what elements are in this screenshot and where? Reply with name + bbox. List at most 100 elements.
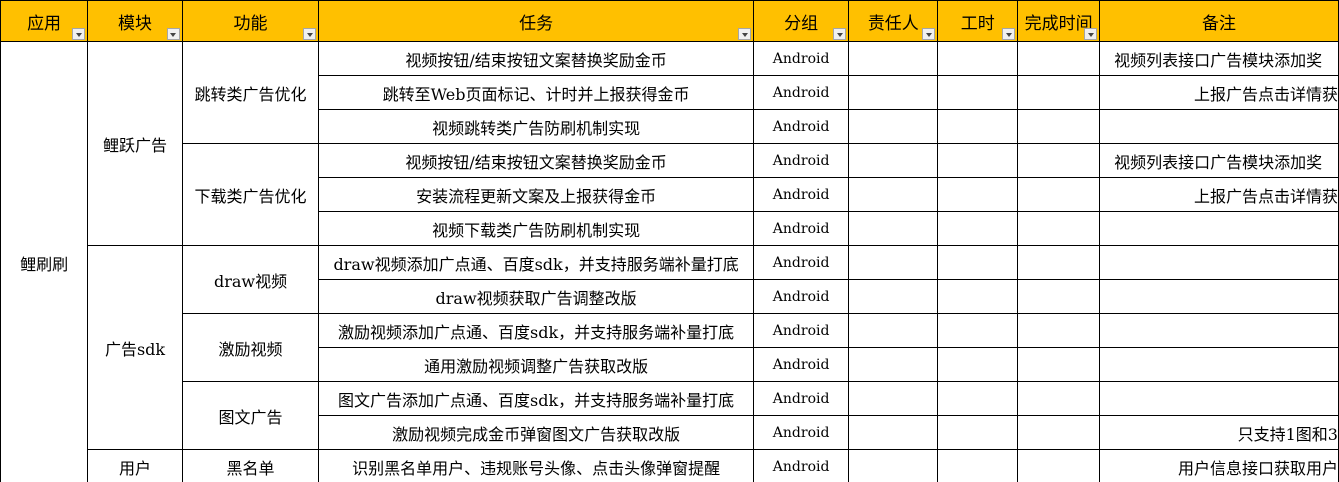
cell-owner[interactable]	[848, 75, 939, 110]
cell-owner[interactable]	[848, 109, 939, 144]
cell-owner[interactable]	[848, 449, 939, 482]
cell-done-time[interactable]	[1017, 109, 1101, 144]
cell-done-time[interactable]	[1017, 381, 1101, 416]
cell-done-time[interactable]	[1017, 211, 1101, 246]
cell-remark[interactable]	[1099, 245, 1339, 280]
filter-dropdown-icon[interactable]	[922, 28, 936, 40]
cell-group[interactable]: Android	[753, 109, 850, 144]
cell-task[interactable]: draw视频获取广告调整改版	[318, 279, 755, 314]
cell-group[interactable]: Android	[753, 415, 850, 450]
cell-remark[interactable]	[1099, 347, 1339, 382]
cell-done-time[interactable]	[1017, 449, 1101, 482]
cell-feature[interactable]: 激励视频	[181, 313, 320, 382]
cell-owner[interactable]	[848, 245, 939, 280]
cell-owner[interactable]	[848, 41, 939, 76]
cell-done-time[interactable]	[1017, 313, 1101, 348]
cell-hours[interactable]	[937, 449, 1019, 482]
cell-owner[interactable]	[848, 381, 939, 416]
cell-group[interactable]: Android	[753, 381, 850, 416]
cell-hours[interactable]	[937, 41, 1019, 76]
cell-hours[interactable]	[937, 143, 1019, 178]
cell-done-time[interactable]	[1017, 279, 1101, 314]
filter-dropdown-icon[interactable]	[1084, 28, 1098, 40]
cell-hours[interactable]	[937, 415, 1019, 450]
cell-group[interactable]: Android	[753, 279, 850, 314]
cell-owner[interactable]	[848, 279, 939, 314]
cell-done-time[interactable]	[1017, 177, 1101, 212]
cell-hours[interactable]	[937, 279, 1019, 314]
filter-dropdown-icon[interactable]	[833, 28, 847, 40]
cell-remark[interactable]: 只支持1图和3	[1099, 415, 1339, 450]
header-owner[interactable]: 责任人	[848, 0, 939, 42]
cell-remark[interactable]	[1099, 279, 1339, 314]
cell-owner[interactable]	[848, 313, 939, 348]
cell-hours[interactable]	[937, 75, 1019, 110]
cell-remark[interactable]: 视频列表接口广告模块添加奖	[1099, 143, 1339, 178]
cell-owner[interactable]	[848, 211, 939, 246]
cell-group[interactable]: Android	[753, 313, 850, 348]
cell-hours[interactable]	[937, 109, 1019, 144]
cell-remark[interactable]	[1099, 211, 1339, 246]
header-group[interactable]: 分组	[753, 0, 850, 42]
cell-task[interactable]: 安装流程更新文案及上报获得金币	[318, 177, 755, 212]
cell-group[interactable]: Android	[753, 245, 850, 280]
cell-group[interactable]: Android	[753, 347, 850, 382]
cell-hours[interactable]	[937, 245, 1019, 280]
cell-done-time[interactable]	[1017, 143, 1101, 178]
cell-owner[interactable]	[848, 143, 939, 178]
cell-module[interactable]: 广告sdk	[87, 245, 183, 450]
cell-task[interactable]: 视频跳转类广告防刷机制实现	[318, 109, 755, 144]
cell-feature[interactable]: 黑名单	[181, 449, 320, 482]
header-hours[interactable]: 工时	[937, 0, 1019, 42]
cell-module[interactable]: 用户	[87, 449, 183, 482]
cell-remark[interactable]: 上报广告点击详情获	[1099, 75, 1339, 110]
cell-feature[interactable]: 图文广告	[181, 381, 320, 450]
cell-feature[interactable]: draw视频	[181, 245, 320, 314]
cell-remark[interactable]: 上报广告点击详情获	[1099, 177, 1339, 212]
cell-group[interactable]: Android	[753, 211, 850, 246]
cell-task[interactable]: 视频按钮/结束按钮文案替换奖励金币	[318, 143, 755, 178]
cell-feature[interactable]: 跳转类广告优化	[181, 41, 320, 144]
cell-owner[interactable]	[848, 177, 939, 212]
cell-remark[interactable]: 视频列表接口广告模块添加奖	[1099, 41, 1339, 76]
header-remark[interactable]: 备注	[1099, 0, 1339, 42]
cell-group[interactable]: Android	[753, 449, 850, 482]
header-done-time[interactable]: 完成时间	[1017, 0, 1101, 42]
cell-group[interactable]: Android	[753, 177, 850, 212]
filter-dropdown-icon[interactable]	[738, 28, 752, 40]
filter-dropdown-icon[interactable]	[72, 28, 86, 40]
cell-remark[interactable]	[1099, 109, 1339, 144]
cell-task[interactable]: 识别黑名单用户、违规账号头像、点击头像弹窗提醒	[318, 449, 755, 482]
cell-task[interactable]: 激励视频完成金币弹窗图文广告获取改版	[318, 415, 755, 450]
cell-hours[interactable]	[937, 347, 1019, 382]
cell-task[interactable]: 图文广告添加广点通、百度sdk，并支持服务端补量打底	[318, 381, 755, 416]
cell-app[interactable]: 鲤刷刷	[0, 41, 89, 482]
header-module[interactable]: 模块	[87, 0, 183, 42]
cell-feature[interactable]: 下载类广告优化	[181, 143, 320, 246]
filter-dropdown-icon[interactable]	[1002, 28, 1016, 40]
cell-hours[interactable]	[937, 177, 1019, 212]
cell-task[interactable]: 视频按钮/结束按钮文案替换奖励金币	[318, 41, 755, 76]
cell-owner[interactable]	[848, 415, 939, 450]
cell-hours[interactable]	[937, 313, 1019, 348]
cell-group[interactable]: Android	[753, 41, 850, 76]
header-feature[interactable]: 功能	[181, 0, 320, 42]
cell-task[interactable]: 跳转至Web页面标记、计时并上报获得金币	[318, 75, 755, 110]
cell-group[interactable]: Android	[753, 75, 850, 110]
cell-done-time[interactable]	[1017, 41, 1101, 76]
cell-done-time[interactable]	[1017, 347, 1101, 382]
cell-remark[interactable]	[1099, 313, 1339, 348]
cell-done-time[interactable]	[1017, 75, 1101, 110]
filter-dropdown-icon[interactable]	[166, 28, 180, 40]
cell-hours[interactable]	[937, 381, 1019, 416]
cell-task[interactable]: 视频下载类广告防刷机制实现	[318, 211, 755, 246]
cell-remark[interactable]	[1099, 381, 1339, 416]
header-task[interactable]: 任务	[318, 0, 755, 42]
cell-hours[interactable]	[937, 211, 1019, 246]
cell-group[interactable]: Android	[753, 143, 850, 178]
cell-task[interactable]: 通用激励视频调整广告获取改版	[318, 347, 755, 382]
cell-done-time[interactable]	[1017, 245, 1101, 280]
filter-dropdown-icon[interactable]	[303, 28, 317, 40]
cell-module[interactable]: 鲤跃广告	[87, 41, 183, 246]
cell-owner[interactable]	[848, 347, 939, 382]
